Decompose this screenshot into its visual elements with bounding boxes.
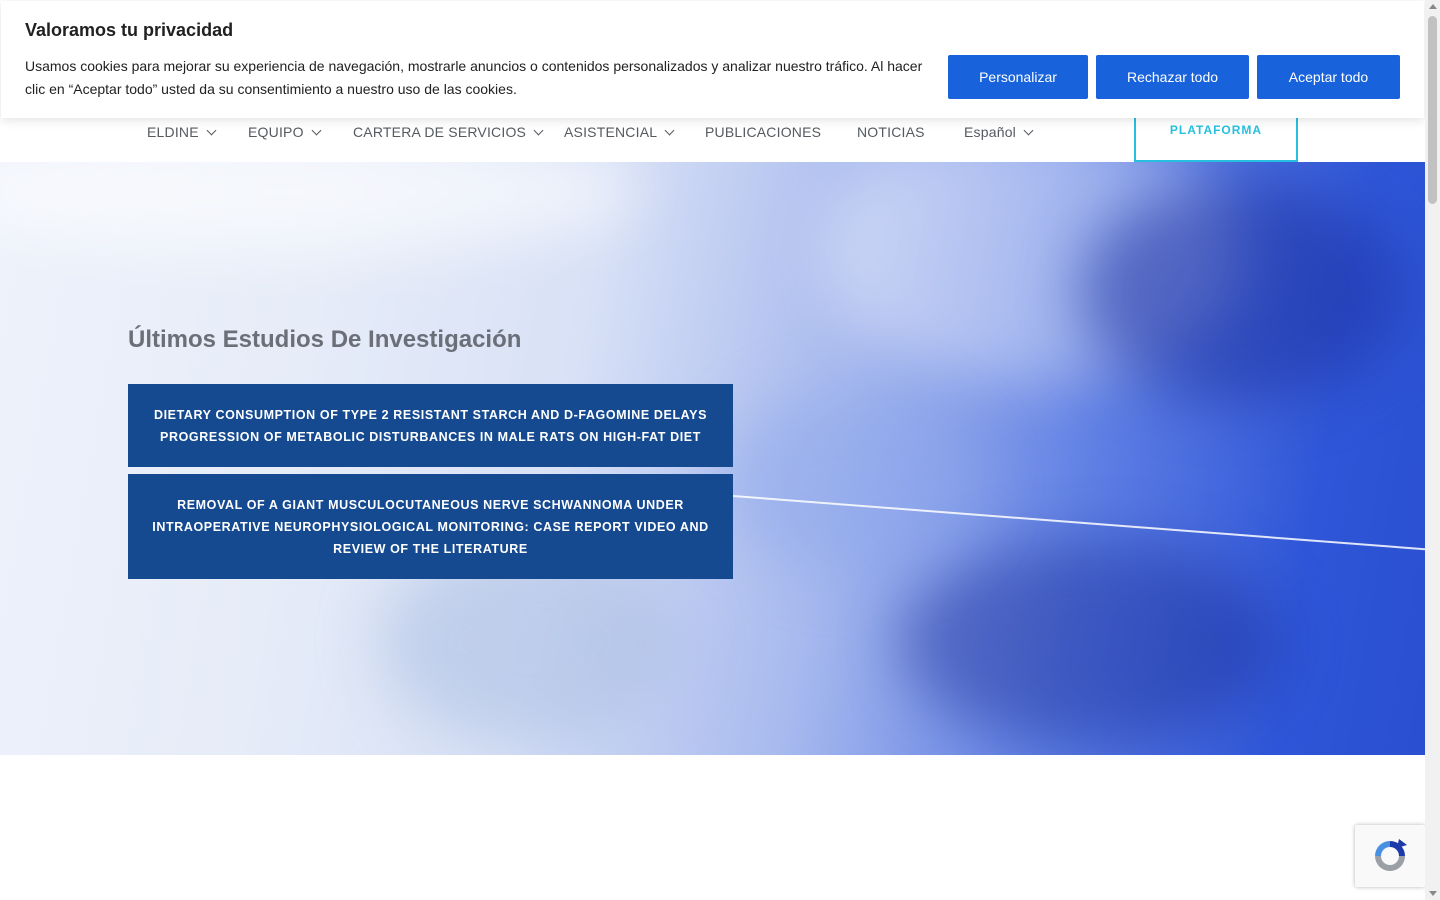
hero-background-blur: [0, 162, 640, 252]
nav-item-label: ELDINE: [147, 124, 199, 140]
hero-background-blur: [900, 542, 1280, 742]
recaptcha-badge[interactable]: [1355, 825, 1425, 887]
accept-all-button[interactable]: Aceptar todo: [1257, 55, 1400, 99]
chevron-down-icon: [533, 125, 544, 135]
chevron-down-icon: [664, 125, 675, 135]
cookie-banner-text: Usamos cookies para mejorar su experienc…: [25, 58, 923, 97]
reject-all-button[interactable]: Rechazar todo: [1096, 55, 1249, 99]
nav-item-label: NOTICIAS: [857, 124, 925, 140]
study-link[interactable]: DIETARY CONSUMPTION OF TYPE 2 RESISTANT …: [128, 384, 733, 467]
section-title: Últimos Estudios De Investigación: [128, 326, 522, 353]
nav-item-label: CARTERA DE SERVICIOS: [353, 124, 527, 140]
scroll-up-arrow-icon[interactable]: [1429, 4, 1437, 9]
hero-section: Últimos Estudios De Investigación DIETAR…: [0, 162, 1425, 755]
nav-item-asistencial[interactable]: ASISTENCIAL: [564, 112, 675, 152]
hero-background-blur: [1080, 182, 1400, 402]
customize-button-label: Personalizar: [979, 69, 1057, 85]
reject-all-button-label: Rechazar todo: [1126, 69, 1219, 85]
page-scrollbar[interactable]: [1425, 0, 1440, 900]
nav-item-equipo[interactable]: EQUIPO: [248, 112, 322, 152]
nav-item-label: ASISTENCIAL: [564, 124, 658, 140]
accept-all-button-label: Aceptar todo: [1288, 69, 1369, 85]
scrollbar-thumb[interactable]: [1428, 16, 1437, 204]
nav-item-label: PUBLICACIONES: [705, 124, 822, 140]
scroll-down-arrow-icon[interactable]: [1429, 891, 1437, 896]
nav-item-label: EQUIPO: [248, 124, 304, 140]
recaptcha-icon: [1375, 839, 1407, 871]
nav-item-cartera-de-servicios[interactable]: CARTERA DE SERVICIOS: [353, 112, 544, 152]
chevron-down-icon: [311, 125, 322, 135]
study-title: DIETARY CONSUMPTION OF TYPE 2 RESISTANT …: [153, 407, 708, 444]
language-label: Español: [964, 124, 1016, 140]
nav-item-eldine[interactable]: ELDINE: [147, 112, 217, 152]
plataforma-button[interactable]: PLATAFORMA: [1134, 112, 1298, 162]
chevron-down-icon: [206, 125, 217, 135]
nav-item-noticias[interactable]: NOTICIAS: [857, 112, 925, 152]
language-selector[interactable]: Español: [964, 112, 1034, 152]
customize-button[interactable]: Personalizar: [948, 55, 1088, 99]
cookie-banner: Valoramos tu privacidad Usamos cookies p…: [1, 1, 1424, 118]
chevron-down-icon: [1023, 125, 1034, 135]
study-link[interactable]: REMOVAL OF A GIANT MUSCULOCUTANEOUS NERV…: [128, 474, 733, 579]
study-title: REMOVAL OF A GIANT MUSCULOCUTANEOUS NERV…: [152, 497, 709, 556]
plataforma-label: PLATAFORMA: [1169, 123, 1263, 137]
nav-item-publicaciones[interactable]: PUBLICACIONES: [705, 112, 821, 152]
hero-background-blur: [720, 392, 980, 572]
cookie-banner-title: Valoramos tu privacidad: [25, 20, 234, 40]
